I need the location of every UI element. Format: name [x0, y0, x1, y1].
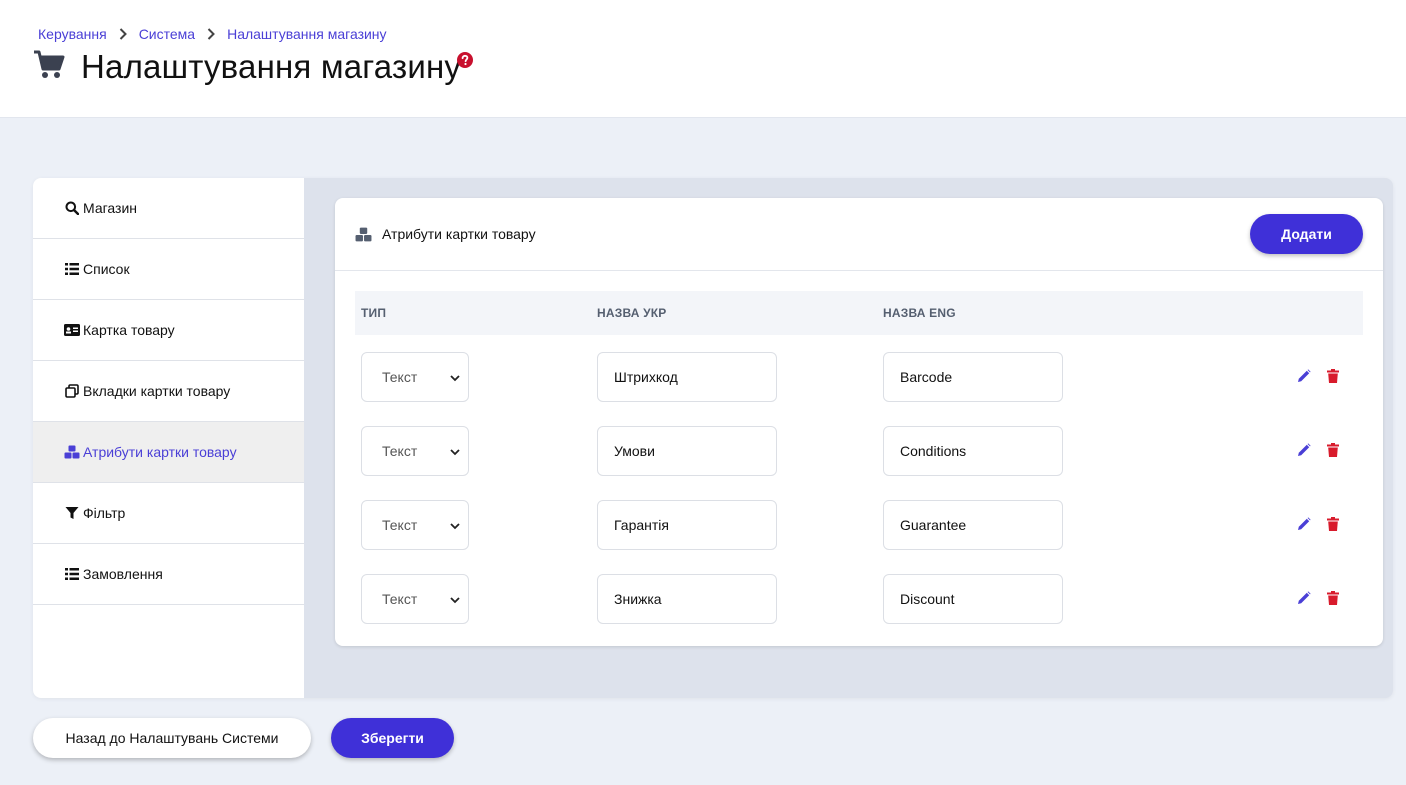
type-select[interactable]: Текст	[361, 426, 469, 476]
filter-icon	[63, 506, 81, 520]
id-card-icon	[63, 324, 81, 336]
type-select-value: Текст	[382, 591, 418, 607]
card-title-text: Атрибути картки товару	[382, 226, 536, 242]
breadcrumb-item-system[interactable]: Система	[139, 26, 195, 42]
sidebar-item-product-card-attributes[interactable]: Атрибути картки товару	[33, 422, 304, 483]
trash-icon[interactable]	[1327, 517, 1339, 531]
type-select[interactable]: Текст	[361, 500, 469, 550]
name-eng-input[interactable]: Barcode	[883, 352, 1063, 402]
cubes-icon	[63, 445, 81, 459]
table-row: Текст Умови Conditions	[355, 409, 1363, 483]
sidebar-item-label: Замовлення	[83, 566, 163, 582]
column-header-name-ukr: НАЗВА УКР	[597, 306, 667, 320]
pencil-icon[interactable]	[1297, 443, 1311, 457]
help-circle-icon[interactable]	[457, 52, 473, 73]
chevron-down-icon	[450, 591, 460, 607]
name-eng-input[interactable]: Guarantee	[883, 500, 1063, 550]
type-select-value: Текст	[382, 517, 418, 533]
copy-icon	[63, 384, 81, 398]
chevron-right-icon	[195, 28, 227, 40]
save-button[interactable]: Зберегти	[331, 718, 454, 758]
name-ukr-input[interactable]: Умови	[597, 426, 777, 476]
attributes-card: Атрибути картки товару Додати ТИП НАЗВА …	[335, 198, 1383, 646]
trash-icon[interactable]	[1327, 443, 1339, 457]
title-row: Налаштування магазину	[33, 48, 473, 86]
back-to-system-settings-button[interactable]: Назад до Налаштувань Системи	[33, 718, 311, 758]
table-row: Текст Штрихкод Barcode	[355, 335, 1363, 409]
page-title: Налаштування магазину	[81, 48, 462, 85]
sidebar: Магазин Список Картка товару Вкладки кар…	[33, 178, 304, 698]
table-header: ТИП НАЗВА УКР НАЗВА ENG	[355, 291, 1363, 335]
breadcrumb-item-store-settings[interactable]: Налаштування магазину	[227, 26, 386, 42]
chevron-down-icon	[450, 517, 460, 533]
page-header: Керування Система Налаштування магазину …	[0, 0, 1406, 118]
sidebar-item-filter[interactable]: Фільтр	[33, 483, 304, 544]
sidebar-item-list[interactable]: Список	[33, 239, 304, 300]
type-select[interactable]: Текст	[361, 574, 469, 624]
list-icon	[63, 568, 81, 580]
sidebar-item-orders[interactable]: Замовлення	[33, 544, 304, 605]
sidebar-item-label: Картка товару	[83, 322, 175, 338]
breadcrumb-item-management[interactable]: Керування	[38, 26, 107, 42]
sidebar-item-label: Вкладки картки товару	[83, 383, 231, 399]
name-ukr-input[interactable]: Гарантія	[597, 500, 777, 550]
type-select[interactable]: Текст	[361, 352, 469, 402]
sidebar-item-product-card-tabs[interactable]: Вкладки картки товару	[33, 361, 304, 422]
card-title: Атрибути картки товару	[355, 226, 536, 242]
shopping-cart-icon	[33, 50, 65, 85]
chevron-down-icon	[450, 369, 460, 385]
name-eng-input[interactable]: Discount	[883, 574, 1063, 624]
search-icon	[63, 201, 81, 215]
chevron-right-icon	[107, 28, 139, 40]
card-header: Атрибути картки товару Додати	[335, 198, 1383, 271]
sidebar-item-label: Магазин	[83, 200, 138, 216]
attributes-table: ТИП НАЗВА УКР НАЗВА ENG Текст Штрихкод B…	[355, 291, 1363, 631]
column-header-name-eng: НАЗВА ENG	[883, 306, 956, 320]
sidebar-item-store[interactable]: Магазин	[33, 178, 304, 239]
list-icon	[63, 263, 81, 275]
sidebar-item-label: Фільтр	[83, 505, 126, 521]
name-eng-input[interactable]: Conditions	[883, 426, 1063, 476]
sidebar-item-label: Список	[83, 261, 130, 277]
table-row: Текст Знижка Discount	[355, 557, 1363, 631]
add-button[interactable]: Додати	[1250, 214, 1363, 254]
pencil-icon[interactable]	[1297, 517, 1311, 531]
breadcrumb: Керування Система Налаштування магазину	[38, 26, 387, 42]
sidebar-item-label: Атрибути картки товару	[83, 444, 237, 460]
trash-icon[interactable]	[1327, 369, 1339, 383]
trash-icon[interactable]	[1327, 591, 1339, 605]
chevron-down-icon	[450, 443, 460, 459]
cubes-icon	[355, 227, 372, 242]
settings-panel: Магазин Список Картка товару Вкладки кар…	[33, 178, 1393, 698]
name-ukr-input[interactable]: Знижка	[597, 574, 777, 624]
table-row: Текст Гарантія Guarantee	[355, 483, 1363, 557]
type-select-value: Текст	[382, 443, 418, 459]
pencil-icon[interactable]	[1297, 369, 1311, 383]
column-header-type: ТИП	[361, 306, 387, 320]
pencil-icon[interactable]	[1297, 591, 1311, 605]
sidebar-item-product-card[interactable]: Картка товару	[33, 300, 304, 361]
name-ukr-input[interactable]: Штрихкод	[597, 352, 777, 402]
type-select-value: Текст	[382, 369, 418, 385]
